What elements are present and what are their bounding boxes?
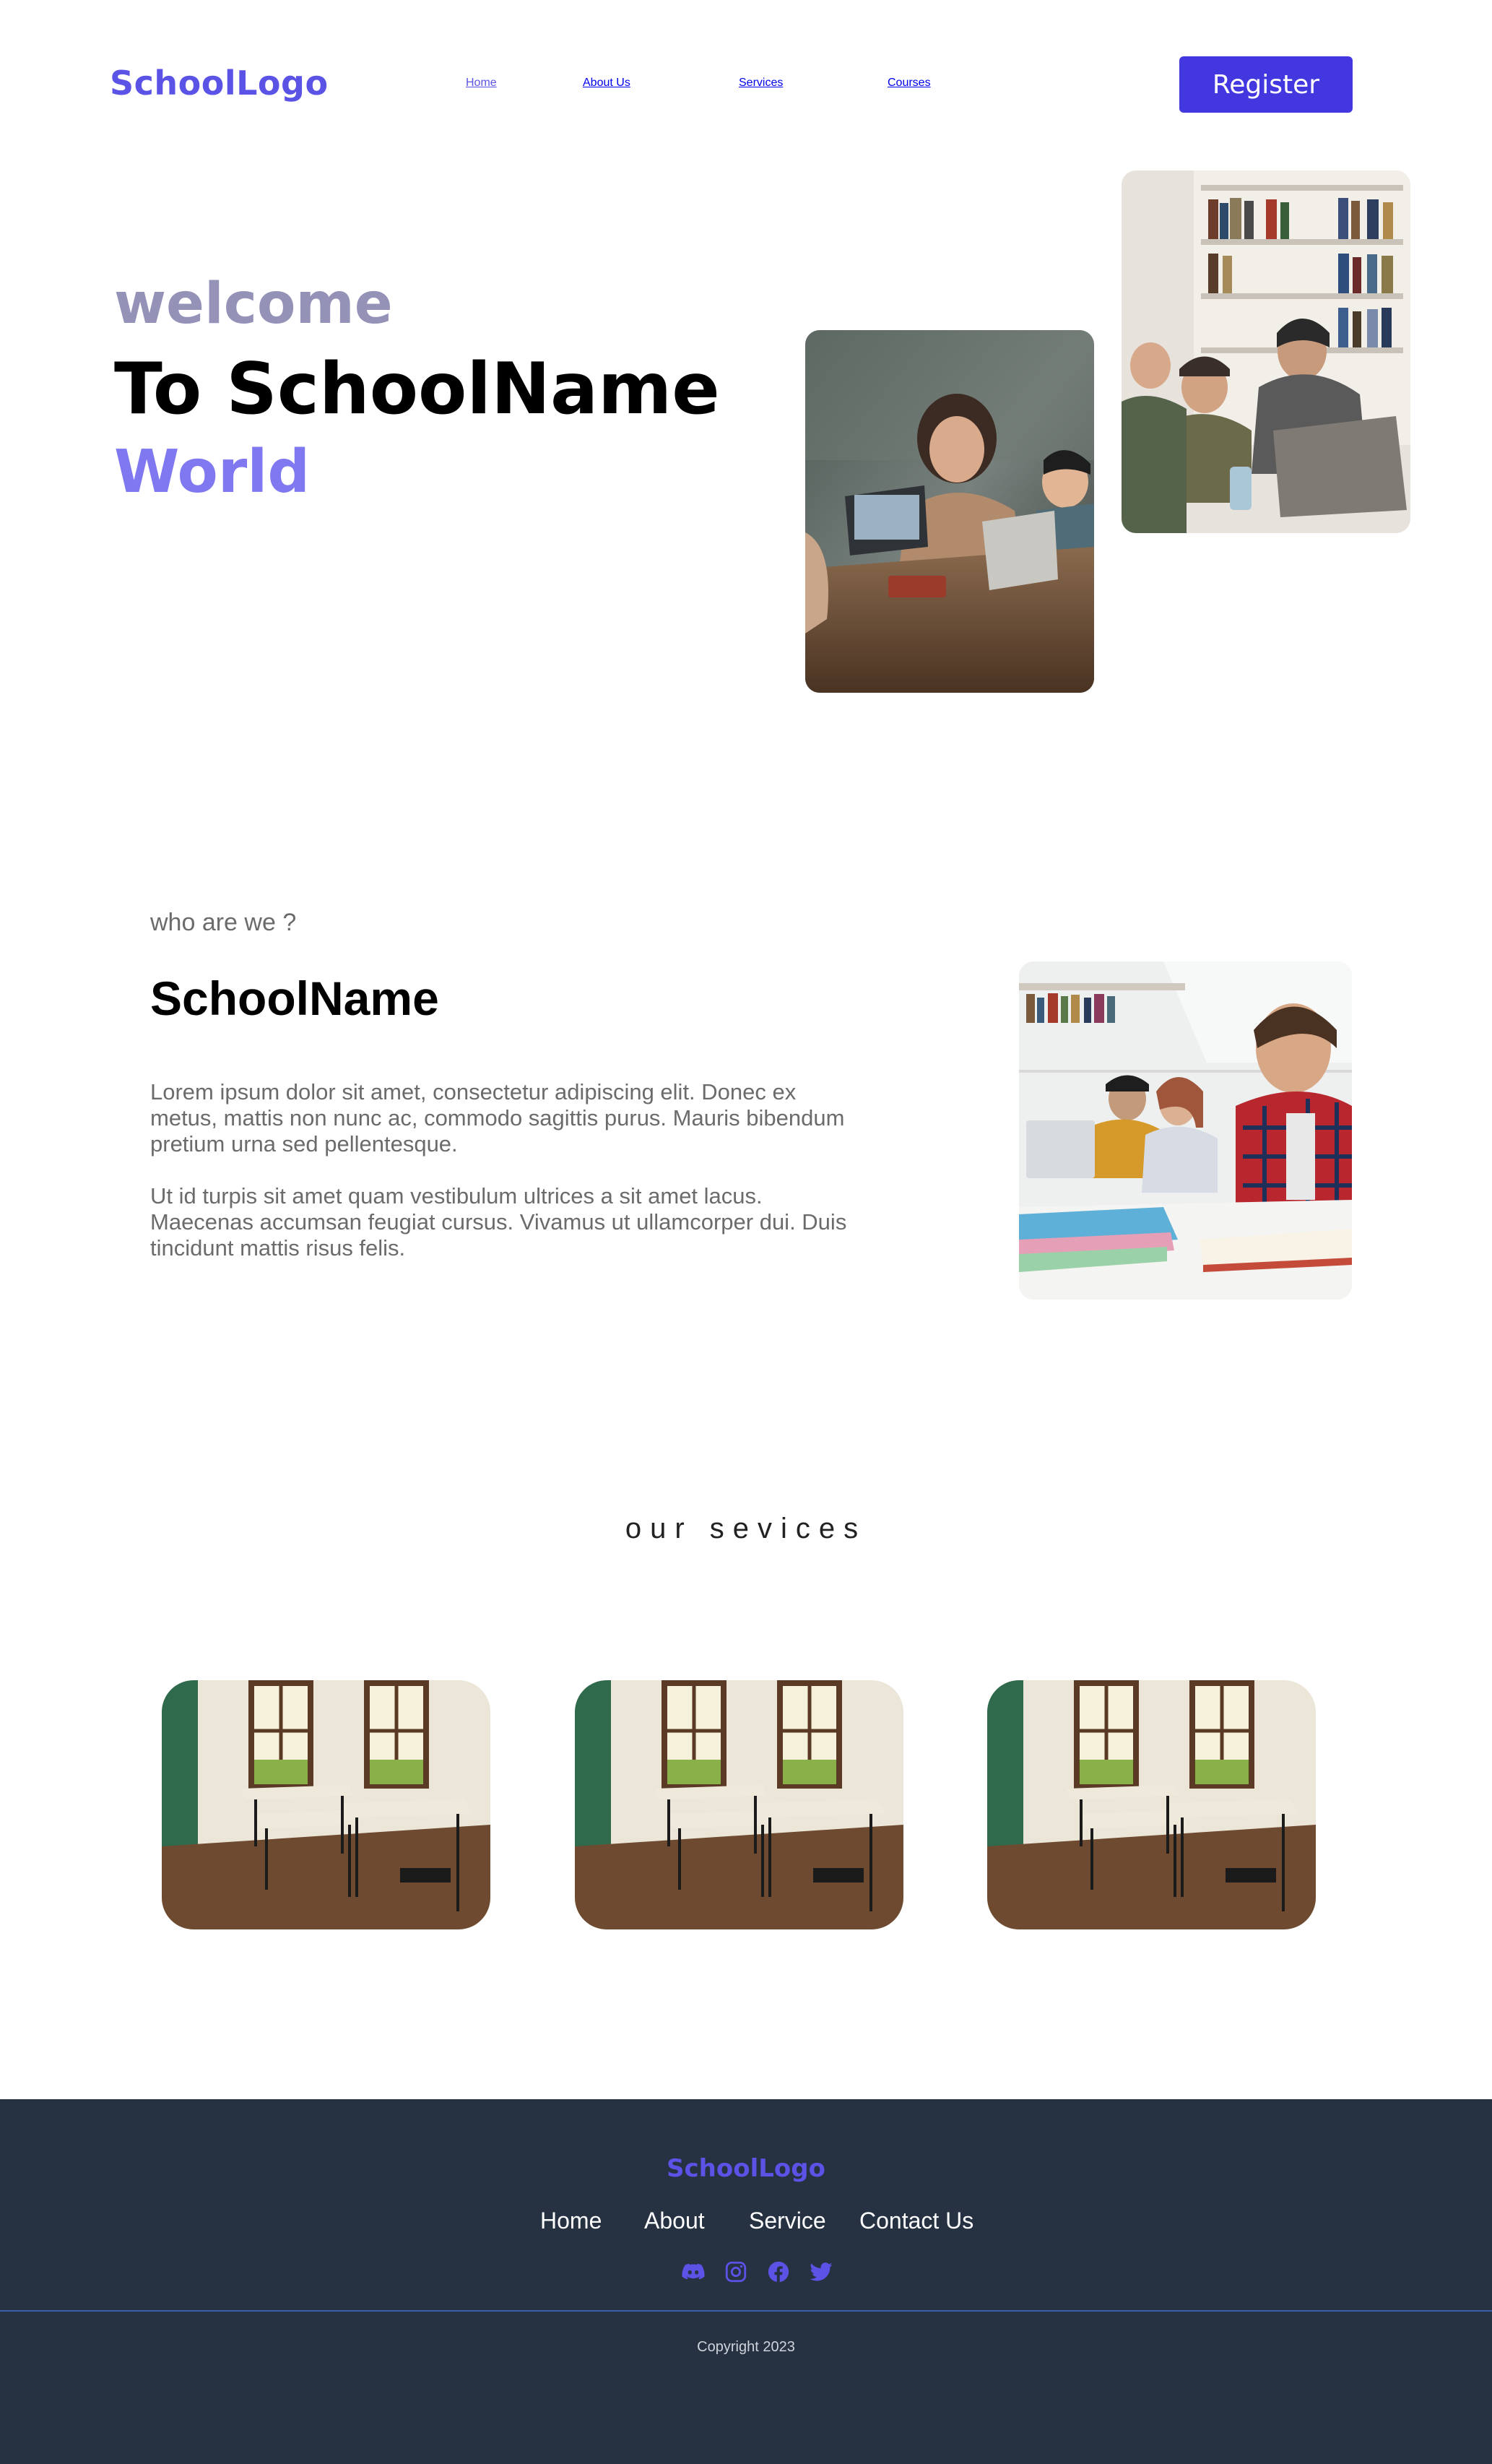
copyright-text: Copyright 2023: [697, 2339, 795, 2355]
footer-divider: [0, 2310, 1492, 2312]
hero-photo-group-laughing: [1122, 170, 1410, 533]
hero-welcome: welcome: [114, 272, 393, 337]
footer-link-contact-us[interactable]: Contact Us: [859, 2208, 973, 2234]
classroom-image: [575, 1680, 903, 1929]
register-button[interactable]: Register: [1179, 56, 1353, 113]
services-title: our sevices: [625, 1513, 867, 1544]
footer-link-about[interactable]: About: [644, 2208, 705, 2234]
hero-title: To SchoolName: [114, 348, 720, 431]
about-photo-students-studying: [1019, 961, 1352, 1300]
footer-link-service[interactable]: Service: [749, 2208, 826, 2234]
about-eyebrow: who are we ?: [150, 909, 297, 936]
hero-photo-students-laptop: [805, 330, 1094, 693]
hero-world: World: [114, 438, 311, 506]
service-card-2[interactable]: [575, 1680, 903, 1929]
classroom-image: [162, 1680, 490, 1929]
service-card-3[interactable]: [987, 1680, 1316, 1929]
about-paragraph-2: Ut id turpis sit amet quam vestibulum ul…: [150, 1183, 847, 1261]
twitter-icon[interactable]: [809, 2260, 833, 2284]
classroom-image: [987, 1680, 1316, 1929]
nav-link-home[interactable]: Home: [466, 77, 497, 90]
footer-link-home[interactable]: Home: [540, 2208, 602, 2234]
nav-link-services[interactable]: Services: [739, 77, 783, 90]
footer-logo[interactable]: SchoolLogo: [0, 2154, 1492, 2183]
instagram-icon[interactable]: [724, 2260, 748, 2284]
facebook-icon[interactable]: [766, 2260, 791, 2284]
nav-link-courses[interactable]: Courses: [888, 77, 931, 90]
about-paragraph-1: Lorem ipsum dolor sit amet, consectetur …: [150, 1079, 845, 1157]
about-title: SchoolName: [150, 972, 439, 1025]
service-card-1[interactable]: [162, 1680, 490, 1929]
site-logo[interactable]: SchoolLogo: [110, 64, 329, 103]
discord-icon[interactable]: [681, 2260, 706, 2284]
nav-link-about-us[interactable]: About Us: [583, 77, 630, 90]
